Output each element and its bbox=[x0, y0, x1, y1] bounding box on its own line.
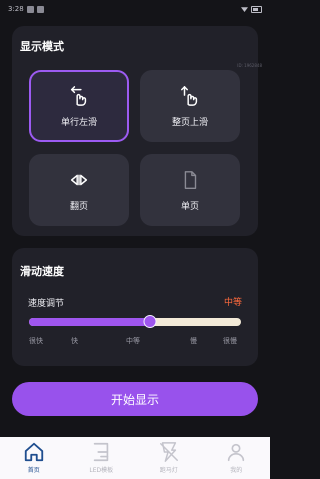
profile-icon bbox=[228, 443, 245, 462]
mode-option-page-flip[interactable]: 翻页 bbox=[29, 154, 129, 226]
build-id: ID: 1962848 bbox=[237, 63, 262, 68]
bottom-nav: 首页 LED模板 跑马灯 我的 bbox=[0, 437, 270, 479]
nav-label: 我的 bbox=[230, 467, 243, 474]
speed-tick-label: 快 bbox=[71, 337, 78, 345]
mode-option-label: 单行左滑 bbox=[60, 117, 97, 128]
mode-option-label: 整页上滑 bbox=[171, 117, 208, 128]
status-right bbox=[241, 5, 262, 13]
led-template-icon bbox=[94, 442, 109, 462]
nav-label: 首页 bbox=[27, 467, 40, 474]
speed-current-value: 中等 bbox=[223, 298, 242, 308]
mode-option-full-page-swipe[interactable]: 整页上滑 bbox=[140, 70, 240, 142]
document-icon bbox=[184, 170, 197, 189]
nav-item-home[interactable]: 首页 bbox=[7, 437, 61, 474]
nav-item-led-template[interactable]: LED模板 bbox=[74, 437, 128, 474]
nav-item-marquee[interactable]: 跑马灯 bbox=[142, 437, 196, 474]
swipe-up-icon bbox=[181, 85, 198, 106]
speed-title: 滑动速度 bbox=[20, 265, 64, 278]
marquee-icon bbox=[159, 442, 178, 462]
speed-tick-label: 很快 bbox=[29, 337, 43, 345]
page-flip-icon bbox=[70, 174, 88, 185]
speed-tick-label: 很慢 bbox=[223, 337, 237, 345]
status-left: 3:28 bbox=[8, 5, 44, 13]
mode-option-label: 翻页 bbox=[69, 201, 88, 212]
speed-slider[interactable] bbox=[29, 315, 241, 328]
speed-tick-label: 中等 bbox=[126, 337, 140, 345]
swipe-left-icon bbox=[70, 85, 87, 106]
speed-slider-thumb[interactable] bbox=[143, 315, 157, 328]
nav-label: LED模板 bbox=[89, 467, 114, 474]
app-notification-icon bbox=[36, 5, 44, 13]
nav-label: 跑马灯 bbox=[159, 467, 178, 474]
display-mode-title: 显示模式 bbox=[20, 40, 64, 53]
nav-item-profile[interactable]: 我的 bbox=[209, 437, 263, 474]
speed-slider-fill bbox=[29, 318, 150, 326]
mode-option-single-page[interactable]: 单页 bbox=[140, 154, 240, 226]
speed-tick-label: 慢 bbox=[190, 337, 197, 345]
wifi-icon bbox=[241, 7, 248, 12]
speed-adjust-label: 速度调节 bbox=[28, 299, 65, 309]
battery-icon bbox=[251, 5, 262, 13]
home-icon bbox=[24, 442, 43, 462]
status-time: 3:28 bbox=[8, 5, 24, 13]
mode-option-label: 单页 bbox=[180, 201, 199, 212]
status-bar: 3:28 bbox=[0, 0, 270, 18]
mode-option-single-line-swipe[interactable]: 单行左滑 bbox=[29, 70, 129, 142]
notification-icon bbox=[26, 5, 34, 13]
start-display-button[interactable]: 开始显示 bbox=[12, 382, 258, 416]
